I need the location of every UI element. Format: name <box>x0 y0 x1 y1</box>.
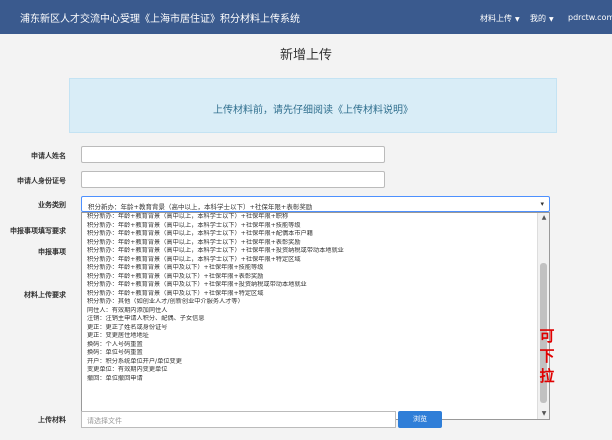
dropdown-option[interactable]: 积分新办：年龄+教育背景（高中以上，本科学士以下）+社保年限+职称 <box>82 213 537 222</box>
label-fill-requirements: 申报事项填写要求 <box>10 227 66 235</box>
dropdown-options: 积分新办：年龄+教育背景（高中以上，本科学士以下）+社保年限+职称 积分新办：年龄… <box>82 213 537 383</box>
caret-down-icon: ▼ <box>549 16 554 23</box>
menu-mine-label: 我的 <box>530 14 546 23</box>
dropdown-option[interactable]: 积分新办：其他（如创业人才/创新创业中介服务人才等） <box>82 298 537 307</box>
dropdown-option[interactable]: 积分新办：年龄+教育背景（高中及以下）+社保年限+投资纳税或带动本地就业 <box>82 281 537 290</box>
business-type-select[interactable]: 积分新办：年龄+教育背景（高中以上，本科学士以下）+社保年限+表彰奖励 ▾ <box>81 196 550 212</box>
notice-text[interactable]: 上传材料前，请先仔细阅读《上传材料说明》 <box>70 101 556 116</box>
system-title[interactable]: 浦东新区人才交流中心受理《上海市居住证》积分材料上传系统 <box>20 10 300 25</box>
dropdown-option[interactable]: 变更单位：有效期内变更单位 <box>82 366 537 375</box>
label-business-type: 业务类别 <box>38 201 66 209</box>
scroll-up-icon[interactable]: ▲ <box>538 213 549 223</box>
annotation-char: 拉 <box>539 367 555 385</box>
dropdown-arrow-icon: ▾ <box>540 200 544 208</box>
menu-material-upload-label: 材料上传 <box>480 14 512 23</box>
menu-material-upload[interactable]: 材料上传 ▼ <box>480 13 520 24</box>
dropdown-option[interactable]: 同住人：有效期内添加同住人 <box>82 307 537 316</box>
dropdown-option[interactable]: 开户：积分系统单位开户/单位变更 <box>82 358 537 367</box>
label-apply-items: 申报事项 <box>38 248 66 256</box>
dropdown-option[interactable]: 积分新办：年龄+教育背景（高中以上，本科学士以下）+社保年限+特定区域 <box>82 256 537 265</box>
annotation-char: 下 <box>539 347 555 365</box>
business-type-dropdown-list[interactable]: 积分新办：年龄+教育背景（高中以上，本科学士以下）+社保年限+职称 积分新办：年龄… <box>81 212 550 420</box>
scroll-hint-annotation: 可 下 拉 <box>536 326 558 386</box>
label-material-requirements: 材料上传要求 <box>24 291 66 299</box>
label-upload-material: 上传材料 <box>38 416 66 424</box>
caret-down-icon: ▼ <box>515 16 520 23</box>
dropdown-option[interactable]: 更正：更正了姓名或身份证号 <box>82 324 537 333</box>
notice-banner: 上传材料前，请先仔细阅读《上传材料说明》 <box>69 78 557 133</box>
dropdown-option[interactable]: 积分新办：年龄+教育背景（高中以上，本科学士以下）+社保年限+技能等级 <box>82 222 537 231</box>
business-type-selected: 积分新办：年龄+教育背景（高中以上，本科学士以下）+社保年限+表彰奖励 <box>88 203 313 211</box>
menu-mine[interactable]: 我的 ▼ <box>530 13 554 24</box>
dropdown-option[interactable]: 更正：变更居住地地址 <box>82 332 537 341</box>
browse-button[interactable]: 浏览 <box>398 411 442 428</box>
dropdown-option[interactable]: 换码：个人号码重置 <box>82 341 537 350</box>
dropdown-option[interactable]: 积分新办：年龄+教育背景（高中以上，本科学士以下）+社保年限+表彰奖励 <box>82 239 537 248</box>
label-id-number: 申请人身份证号 <box>17 177 66 185</box>
dropdown-option[interactable]: 积分新办：年龄+教育背景（高中及以下）+社保年限+特定区域 <box>82 290 537 299</box>
dropdown-option[interactable]: 积分新办：年龄+教育背景（高中以上，本科学士以下）+社保年限+配偶本市户籍 <box>82 230 537 239</box>
scroll-down-icon[interactable]: ▼ <box>538 409 549 419</box>
applicant-name-input[interactable] <box>81 146 385 163</box>
id-number-input[interactable] <box>81 171 385 188</box>
dropdown-option[interactable]: 积分新办：年龄+教育背景（高中以上，本科学士以下）+社保年限+投资纳税或带动本地… <box>82 247 537 256</box>
file-path-input[interactable]: 请选择文件 <box>81 411 396 428</box>
dropdown-option[interactable]: 积分新办：年龄+教育背景（高中及以下）+社保年限+技能等级 <box>82 264 537 273</box>
dropdown-option[interactable]: 积分新办：年龄+教育背景（高中及以下）+社保年限+表彰奖励 <box>82 273 537 282</box>
dropdown-option[interactable]: 换码：单位号码重置 <box>82 349 537 358</box>
label-applicant-name: 申请人姓名 <box>31 152 66 160</box>
dropdown-option[interactable]: 撤回：单位撤回申请 <box>82 375 537 384</box>
dropdown-option[interactable]: 注销：注销主申请人积分、配偶、子女信息 <box>82 315 537 324</box>
dropdown-scrollbar[interactable]: ▲ ▼ <box>537 213 549 419</box>
file-placeholder: 请选择文件 <box>87 417 122 425</box>
site-link[interactable]: pdrctw.com <box>568 13 612 22</box>
top-navbar: 浦东新区人才交流中心受理《上海市居住证》积分材料上传系统 材料上传 ▼ 我的 ▼ p… <box>0 0 612 34</box>
annotation-char: 可 <box>539 327 555 345</box>
page-title: 新增上传 <box>279 48 332 63</box>
